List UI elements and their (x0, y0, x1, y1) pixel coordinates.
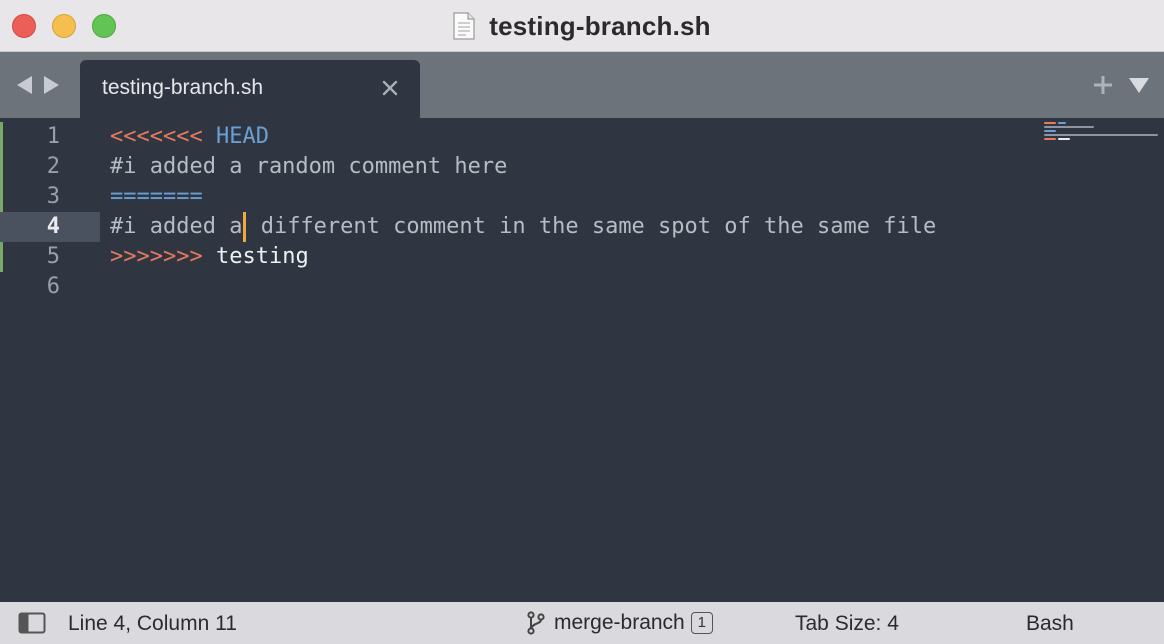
conflict-marker-start: <<<<<<< (110, 124, 203, 149)
tab-bar: testing-branch.sh (0, 52, 1164, 118)
tab-navigation (14, 74, 62, 96)
conflict-branch-label: testing (215, 244, 309, 269)
line-number: 2 (46, 154, 60, 179)
line-number: 4 (46, 214, 60, 239)
dropdown-triangle-icon[interactable] (1128, 76, 1150, 94)
comment-text-after-caret: different comment in the same spot of th… (247, 214, 937, 239)
branch-name: merge-branch (554, 611, 685, 634)
branch-badge: 1 (690, 612, 713, 634)
code-line-active[interactable]: 4 #i added a different comment in the sa… (0, 212, 1100, 242)
git-branch-icon (527, 611, 545, 635)
forward-arrow-icon[interactable] (42, 74, 62, 96)
minimap-row (1044, 130, 1056, 132)
tab-label: testing-branch.sh (102, 76, 264, 99)
minimap-row (1044, 134, 1158, 136)
line-code: >>>>>>> testing (110, 242, 309, 272)
code-line[interactable]: 3 ======= (0, 182, 1100, 212)
line-number: 5 (46, 244, 60, 269)
code-line[interactable]: 5 >>>>>>> testing (0, 242, 1100, 272)
line-code: <<<<<<< HEAD (110, 122, 269, 152)
minimap-row (1044, 122, 1056, 124)
syntax-selector[interactable]: Bash (1026, 612, 1074, 636)
window-title: testing-branch.sh (489, 10, 711, 41)
line-number: 3 (46, 184, 60, 209)
line-number: 1 (46, 124, 60, 149)
git-branch-status[interactable]: merge-branch 1 (526, 611, 713, 635)
close-icon[interactable] (380, 78, 400, 98)
text-caret (243, 212, 247, 242)
cursor-position[interactable]: Line 4, Column 11 (68, 612, 237, 636)
editor-window: testing-branch.sh testing-branch.sh 1 <<… (0, 0, 1164, 644)
minimap-row (1058, 122, 1066, 124)
plus-icon[interactable] (1092, 74, 1114, 96)
file-icon (453, 12, 475, 40)
code-line[interactable]: 6 (0, 272, 1100, 302)
conflict-separator: ======= (110, 184, 203, 209)
tab-testing-branch[interactable]: testing-branch.sh (80, 60, 420, 118)
tab-size-selector[interactable]: Tab Size: 4 (795, 612, 899, 636)
code-editor[interactable]: 1 <<<<<<< HEAD 2 #i added a random comme… (0, 118, 1164, 602)
minimap-row (1058, 138, 1070, 140)
back-arrow-icon[interactable] (14, 74, 34, 96)
tab-actions (1092, 74, 1150, 96)
conflict-marker-end: >>>>>>> (110, 244, 203, 269)
line-code: #i added a different comment in the same… (110, 212, 936, 242)
sidebar-toggle-icon[interactable] (18, 612, 46, 634)
minimap-row (1044, 138, 1056, 140)
comment-text-before-caret: #i added a (110, 214, 243, 239)
code-line[interactable]: 1 <<<<<<< HEAD (0, 122, 1100, 152)
minimap-row (1044, 126, 1094, 128)
title-group: testing-branch.sh (0, 0, 1164, 52)
conflict-head-label: HEAD (215, 124, 269, 149)
minimap[interactable] (1042, 122, 1160, 144)
status-bar: Line 4, Column 11 merge-branch 1 Tab Siz… (0, 602, 1164, 644)
title-bar: testing-branch.sh (0, 0, 1164, 52)
comment-text: #i added a random comment here (110, 154, 508, 179)
line-number: 6 (46, 274, 60, 299)
code-line[interactable]: 2 #i added a random comment here (0, 152, 1100, 182)
